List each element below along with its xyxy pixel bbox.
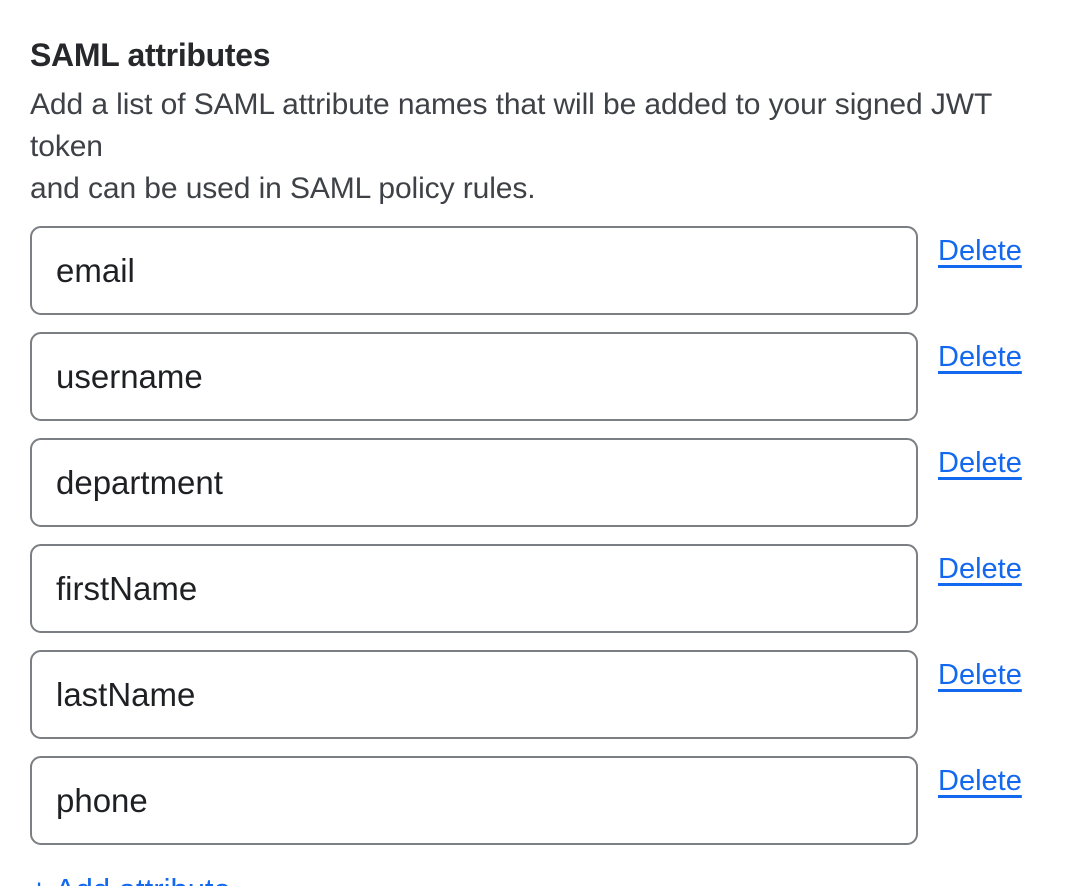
delete-attribute-link[interactable]: Delete [938,553,1022,585]
description-line-1: Add a list of SAML attribute names that … [30,84,1036,168]
attribute-row: Delete [30,544,1036,633]
saml-attributes-section: SAML attributes Add a list of SAML attri… [0,0,1066,886]
delete-attribute-link[interactable]: Delete [938,447,1022,479]
attribute-input-firstname[interactable] [30,544,918,633]
delete-attribute-link[interactable]: Delete [938,341,1022,373]
delete-attribute-link[interactable]: Delete [938,235,1022,267]
attribute-input-department[interactable] [30,438,918,527]
attribute-row: Delete [30,438,1036,527]
attribute-row: Delete [30,756,1036,845]
attribute-input-phone[interactable] [30,756,918,845]
attribute-input-lastname[interactable] [30,650,918,739]
attribute-list: Delete Delete Delete Delete Delete Delet… [30,226,1036,845]
attribute-row: Delete [30,332,1036,421]
delete-attribute-link[interactable]: Delete [938,659,1022,691]
attribute-row: Delete [30,226,1036,315]
attribute-input-username[interactable] [30,332,918,421]
attribute-row: Delete [30,650,1036,739]
attribute-input-email[interactable] [30,226,918,315]
section-description: Add a list of SAML attribute names that … [30,84,1036,210]
delete-attribute-link[interactable]: Delete [938,765,1022,797]
section-title: SAML attributes [30,38,1036,72]
description-line-2: and can be used in SAML policy rules. [30,168,1036,210]
add-attribute-link[interactable]: + Add attribute [30,873,231,886]
